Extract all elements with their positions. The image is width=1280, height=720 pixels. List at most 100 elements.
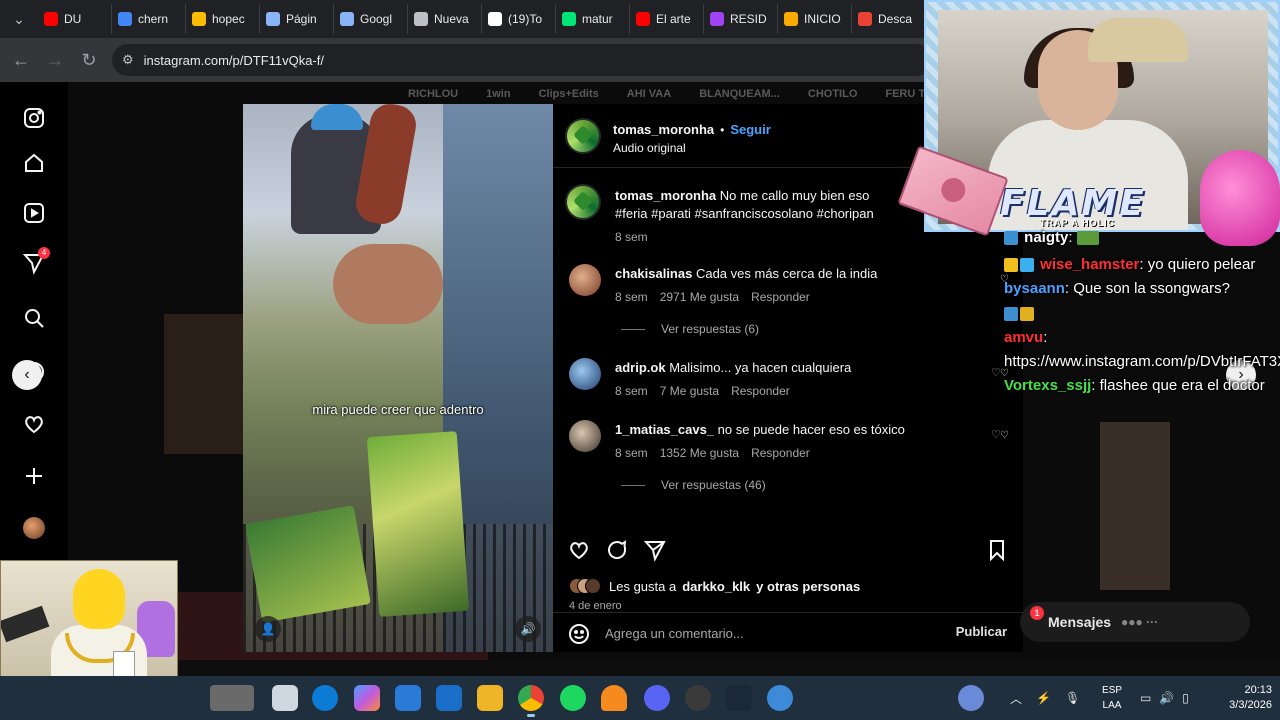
liked-by-user[interactable]: darkko_klk: [682, 579, 750, 594]
taskbar-widget-icon[interactable]: [210, 685, 254, 711]
view-replies-label[interactable]: Ver respuestas (6): [661, 322, 759, 336]
publish-button[interactable]: Publicar: [956, 624, 1007, 639]
comment-username[interactable]: adrip.ok: [615, 360, 666, 375]
forward-arrow-icon[interactable]: →: [38, 43, 72, 77]
browser-tab[interactable]: (19)To: [482, 4, 556, 34]
browser-tab[interactable]: Nueva: [408, 4, 482, 34]
caption-author-avatar[interactable]: [565, 184, 601, 220]
profile-avatar[interactable]: [20, 514, 48, 542]
browser-tab[interactable]: chern: [112, 4, 186, 34]
reply-button[interactable]: Responder: [751, 446, 810, 460]
view-replies-button[interactable]: Ver respuestas (46): [621, 478, 766, 492]
tab-favicon-icon: [340, 12, 354, 26]
caption-time-text[interactable]: 8 sem: [615, 230, 648, 244]
battery-icon[interactable]: ▯: [1182, 691, 1189, 705]
highlight-label[interactable]: 1win: [486, 88, 510, 100]
post-video[interactable]: mira puede creer que adentro 👤 🔊: [243, 104, 553, 652]
comment-likes[interactable]: 1352 Me gusta: [660, 446, 739, 460]
back-arrow-icon[interactable]: ←: [4, 43, 38, 77]
clock[interactable]: 20:13 3/3/2026: [1210, 683, 1272, 713]
reload-icon[interactable]: ↻: [72, 43, 106, 77]
url-text[interactable]: instagram.com/p/DTF11vQka-f/: [144, 53, 324, 68]
reply-button[interactable]: Responder: [751, 290, 810, 304]
comment-avatar[interactable]: [569, 358, 601, 390]
chrome-icon[interactable]: [518, 685, 544, 717]
direct-messages-icon[interactable]: 4: [20, 247, 50, 277]
emoji-icon[interactable]: [567, 622, 591, 646]
browser-tab[interactable]: El arte: [630, 4, 704, 34]
post-date[interactable]: 4 de enero: [569, 600, 622, 612]
search-icon[interactable]: [20, 304, 48, 332]
highlight-label[interactable]: AHI VAA: [627, 88, 671, 100]
save-bookmark-icon[interactable]: [985, 538, 1011, 564]
comment-time[interactable]: 8 sem: [615, 290, 648, 304]
comment-time[interactable]: 8 sem: [615, 446, 648, 460]
comment-avatar[interactable]: [569, 420, 601, 452]
tray-network-icon[interactable]: ⚡: [1036, 691, 1051, 705]
browser-tab[interactable]: RESID: [704, 4, 778, 34]
caption-username[interactable]: tomas_moronha: [615, 188, 716, 203]
comment-input[interactable]: [605, 619, 945, 647]
highlight-label[interactable]: Clips+Edits: [539, 88, 599, 100]
tab-search-chevron-icon[interactable]: ⌄: [0, 0, 38, 38]
reply-button[interactable]: Responder: [731, 384, 790, 398]
like-heart-icon[interactable]: [567, 538, 593, 564]
qbittorrent-icon[interactable]: [767, 685, 793, 711]
browser-tab[interactable]: DU: [38, 4, 112, 34]
tray-app-icon[interactable]: [958, 685, 984, 711]
tray-mic-icon[interactable]: 🎙: [1065, 691, 1080, 705]
comment-username[interactable]: chakisalinas: [615, 266, 692, 281]
browser-tab[interactable]: Desca: [852, 4, 926, 34]
cloud-app-icon[interactable]: [601, 685, 627, 711]
spotify-icon[interactable]: [560, 685, 586, 711]
follow-button[interactable]: Seguir: [730, 122, 770, 137]
omnibox[interactable]: ⚙ instagram.com/p/DTF11vQka-f/: [112, 44, 932, 76]
volume-icon[interactable]: 🔊: [1159, 691, 1174, 705]
edge-icon[interactable]: [312, 685, 338, 711]
tagged-user-icon[interactable]: 👤: [255, 616, 281, 642]
obs-icon[interactable]: [685, 685, 711, 711]
comment-username[interactable]: 1_matias_cavs_: [615, 422, 714, 437]
comment-likes[interactable]: 7 Me gusta: [660, 384, 719, 398]
caption-hashtags[interactable]: #feria #parati #sanfranciscosolano #chor…: [615, 206, 874, 221]
copilot-icon[interactable]: [354, 685, 380, 711]
outlook-icon[interactable]: [436, 685, 462, 711]
author-username[interactable]: tomas_moronha: [613, 122, 714, 137]
view-replies-button[interactable]: Ver respuestas (6): [621, 322, 759, 336]
browser-tab[interactable]: hopec: [186, 4, 260, 34]
site-info-icon[interactable]: ⚙: [122, 52, 134, 68]
highlight-label[interactable]: RICHLOU: [408, 88, 458, 100]
comment-avatar[interactable]: [569, 264, 601, 296]
liked-by-suffix[interactable]: y otras personas: [756, 579, 860, 594]
task-view-icon[interactable]: [272, 685, 298, 711]
messages-button[interactable]: 1 Mensajes ●●● ···: [1020, 602, 1250, 642]
create-plus-icon[interactable]: [20, 462, 48, 490]
audio-label[interactable]: Audio original: [613, 141, 686, 155]
browser-tab[interactable]: Googl: [334, 4, 408, 34]
language-indicator[interactable]: ESP LAA: [1100, 683, 1124, 713]
mute-toggle-icon[interactable]: 🔊: [515, 616, 541, 642]
discord-icon[interactable]: [644, 685, 670, 711]
tray-chevron-up-icon[interactable]: ︿: [1010, 690, 1022, 707]
notifications-heart-icon[interactable]: [20, 410, 48, 438]
steam-icon[interactable]: [726, 685, 752, 711]
instagram-logo-icon[interactable]: [20, 104, 48, 132]
browser-tab[interactable]: INICIO: [778, 4, 852, 34]
comment-bubble-icon[interactable]: [605, 538, 631, 564]
flame-logo: FLAME: [1000, 183, 1146, 224]
author-avatar[interactable]: [565, 118, 601, 154]
browser-tab[interactable]: matur: [556, 4, 630, 34]
store-icon[interactable]: [395, 685, 421, 711]
comment-likes[interactable]: 2971 Me gusta: [660, 290, 739, 304]
wifi-icon[interactable]: ▭: [1140, 691, 1151, 705]
highlight-label[interactable]: CHOTILO: [808, 88, 858, 100]
file-explorer-icon[interactable]: [477, 685, 503, 711]
share-send-icon[interactable]: [643, 538, 669, 564]
view-replies-label[interactable]: Ver respuestas (46): [661, 478, 766, 492]
browser-tab[interactable]: Págin: [260, 4, 334, 34]
comment-time[interactable]: 8 sem: [615, 384, 648, 398]
highlight-label[interactable]: BLANQUEAM...: [699, 88, 780, 100]
previous-post-arrow-icon[interactable]: ‹: [12, 360, 42, 390]
reels-icon[interactable]: [20, 199, 48, 227]
home-icon[interactable]: [20, 149, 48, 177]
